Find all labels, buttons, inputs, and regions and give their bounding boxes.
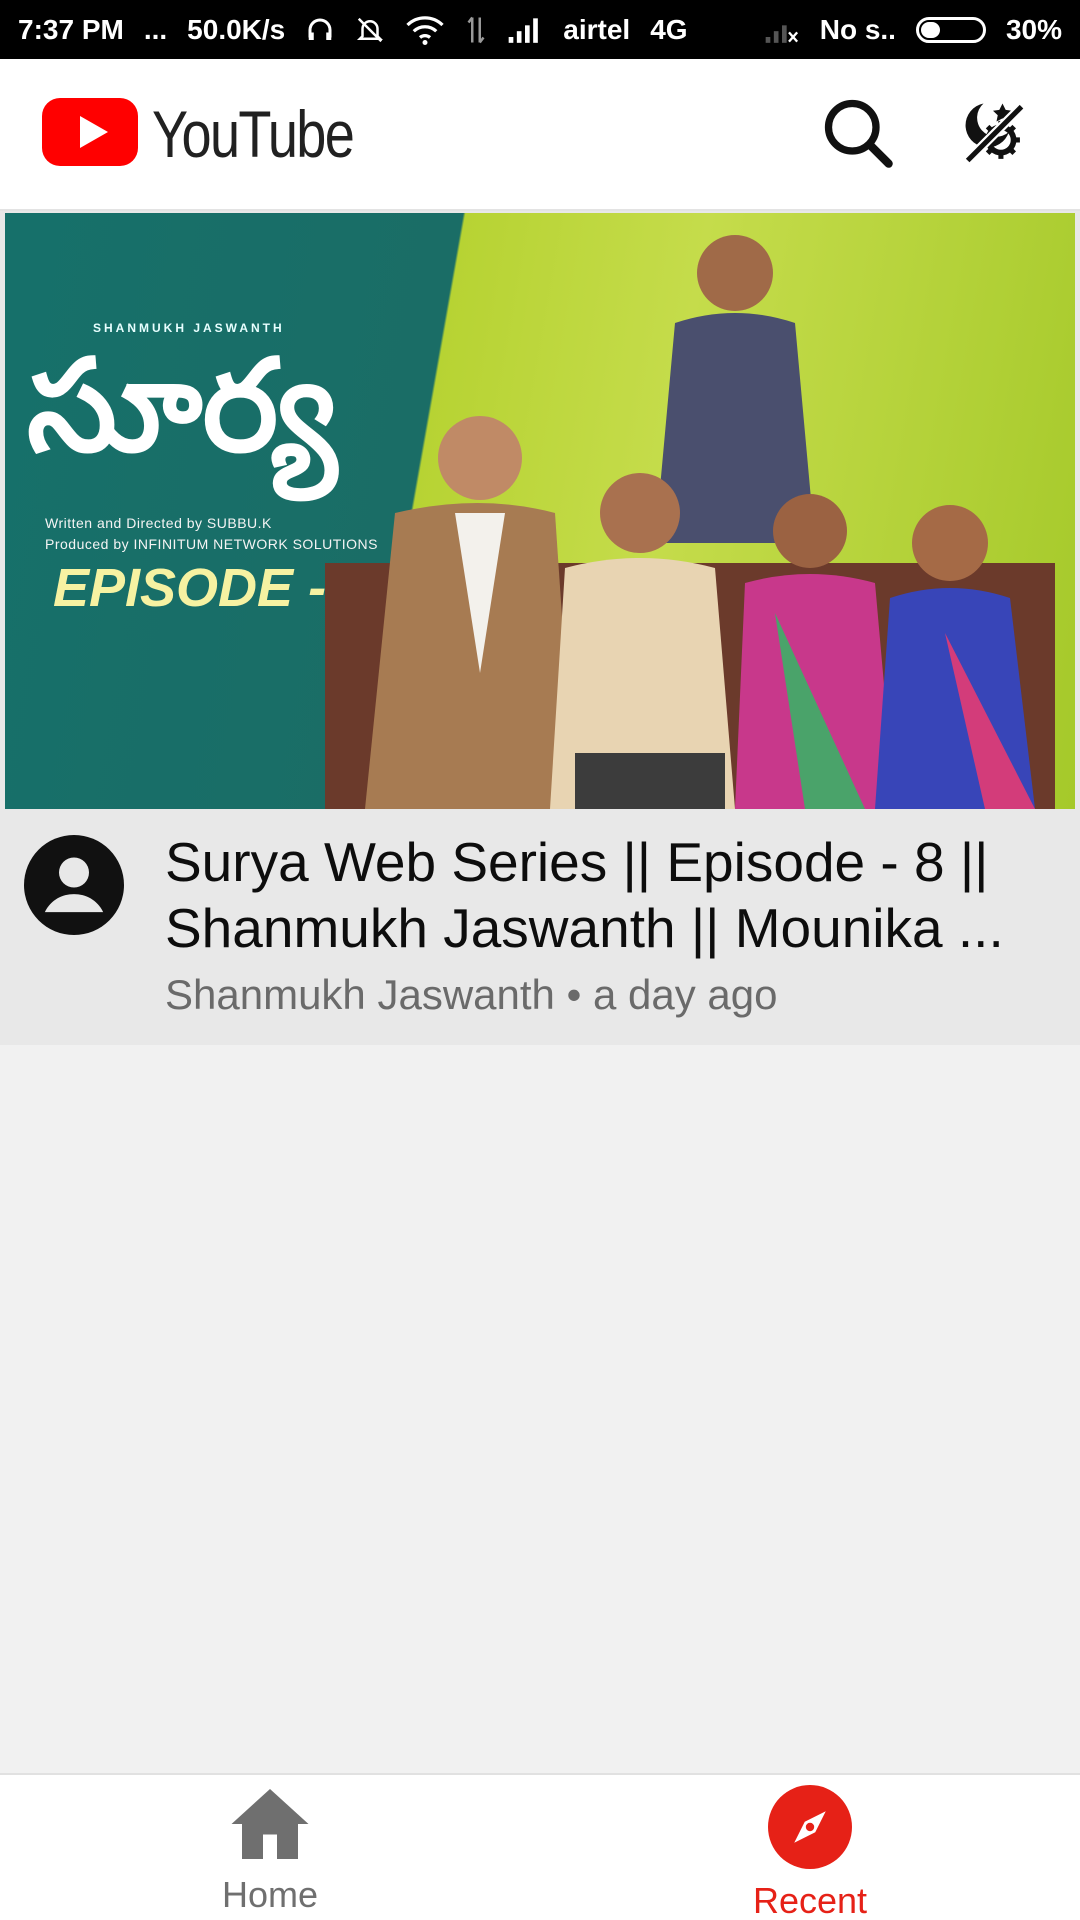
video-subtitle: Shanmukh Jaswanth • a day ago [165,971,777,1019]
logo-text: YouTube [152,97,355,171]
night-mode-icon [955,94,1031,175]
video-meta: Surya Web Series || Episode - 8 || Shanm… [0,809,1080,1045]
status-battery: 30% [1005,13,1062,45]
thumbnail-people-image [325,235,1055,809]
nav-item-home[interactable]: Home [0,1775,540,1920]
status-net-speed: 50.0K/s [187,13,286,45]
account-circle-icon [24,835,124,935]
video-thumbnail[interactable]: SHANMUKH JASWANTH సూర్య Written and Dire… [5,213,1075,809]
thumbnail-title: సూర్య [27,332,337,481]
status-right: No s.. 30% [764,14,1062,46]
video-title[interactable]: Surya Web Series || Episode - 8 || Shanm… [165,829,1065,961]
nav-label-home: Home [221,1874,319,1915]
compass-icon [768,1785,852,1874]
status-bar: 7:37 PM ... 50.0K/s airtel 4G No s.. 30% [0,0,1080,59]
meta-separator: • [566,971,582,1018]
nav-item-recent[interactable]: Recent [540,1775,1080,1920]
app-bar: YouTube [0,59,1080,211]
search-icon [819,94,895,175]
data-arrows-icon [465,15,487,45]
status-left: 7:37 PM ... 50.0K/s airtel 4G [18,14,688,46]
nav-label-recent: Recent [752,1880,868,1920]
video-card[interactable]: SHANMUKH JASWANTH సూర్య Written and Dire… [0,211,1080,1045]
app-actions [812,89,1038,179]
status-carrier: airtel [563,13,631,45]
wifi-icon [405,15,445,45]
no-signal-icon [764,16,800,44]
status-time: 7:37 PM [18,13,124,45]
status-sim2: No s.. [819,13,896,45]
upload-age: a day ago [592,971,778,1018]
status-dots: ... [143,13,168,45]
battery-icon [915,16,986,43]
bottom-nav: Home Recent [0,1773,1080,1920]
signal-icon [507,16,543,44]
night-mode-button[interactable] [948,89,1038,179]
search-button[interactable] [812,89,902,179]
channel-avatar[interactable] [24,835,124,935]
channel-name[interactable]: Shanmukh Jaswanth [165,971,555,1018]
youtube-logo[interactable]: YouTube [42,96,397,172]
status-network-type: 4G [650,13,688,45]
youtube-play-icon [42,97,138,171]
headphones-icon [305,15,335,45]
home-icon [228,1785,312,1868]
muted-bell-icon [355,15,385,45]
screen: 7:37 PM ... 50.0K/s airtel 4G No s.. 30%… [0,0,1080,1920]
